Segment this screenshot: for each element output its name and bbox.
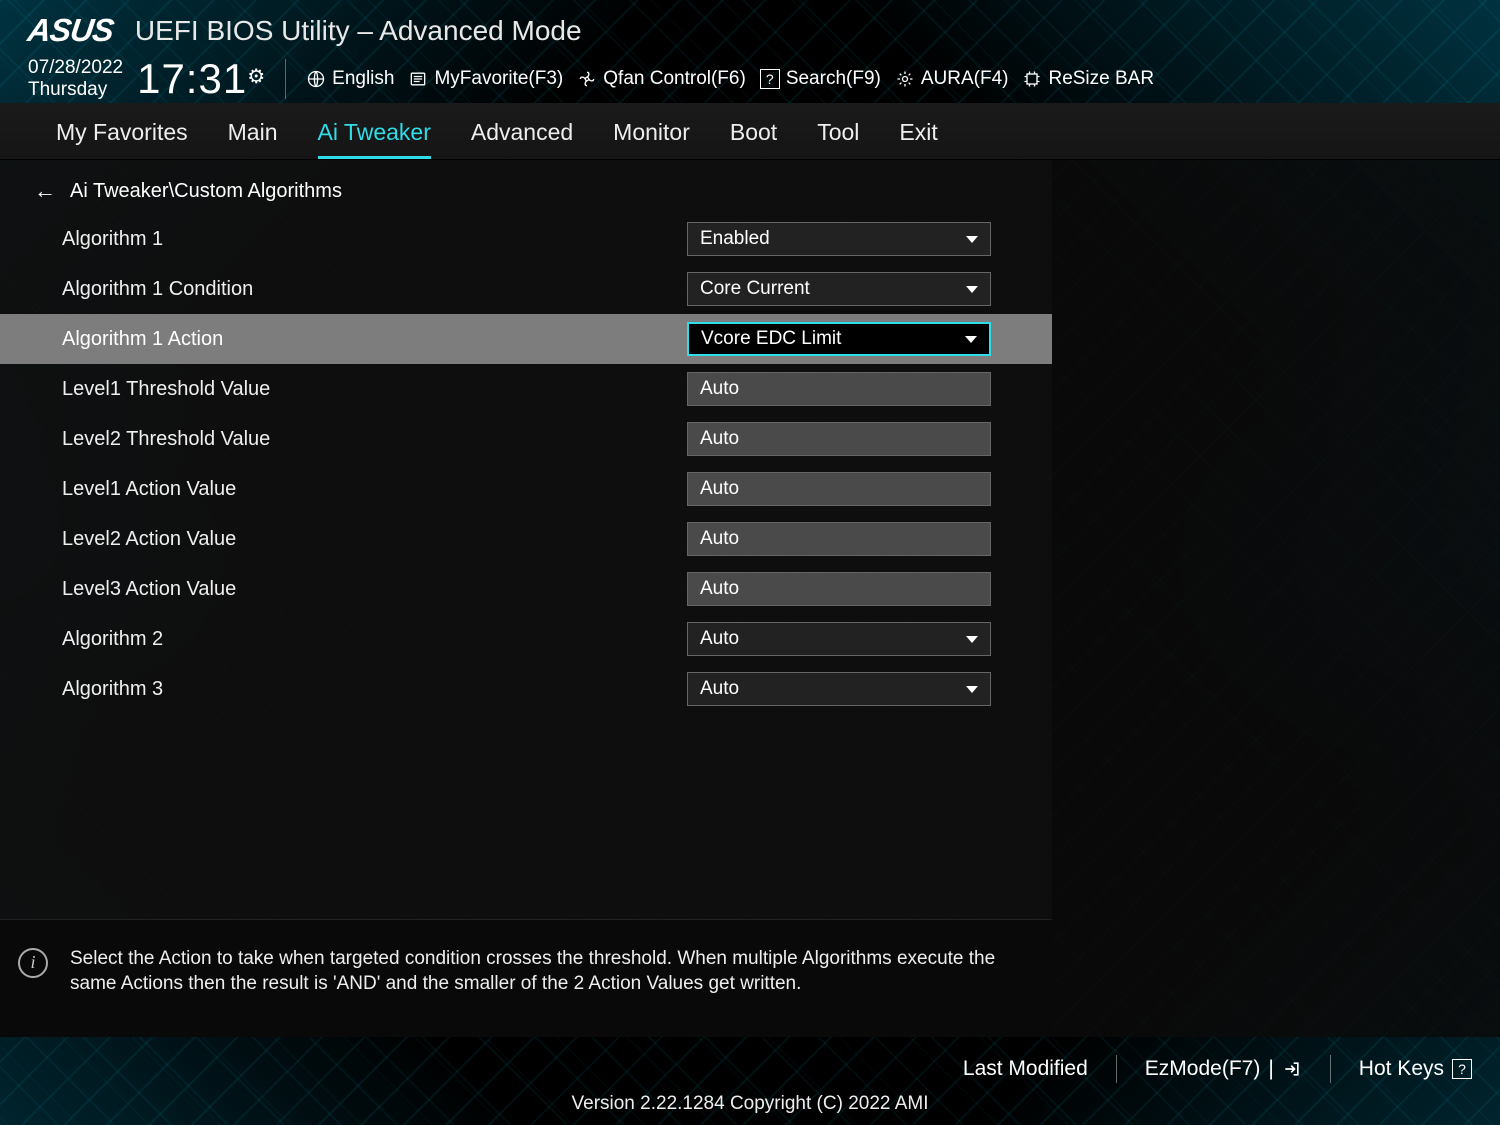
search-label: Search(F9) bbox=[786, 68, 881, 90]
info-icon: i bbox=[18, 948, 48, 978]
copyright-text: Version 2.22.1284 Copyright (C) 2022 AMI bbox=[28, 1093, 1472, 1115]
setting-row[interactable]: Algorithm 2 Auto bbox=[0, 614, 1052, 664]
sun-icon bbox=[895, 69, 915, 89]
fan-icon bbox=[577, 69, 597, 89]
setting-row[interactable]: Level1 Action ValueAuto bbox=[0, 464, 1052, 514]
setting-label: Algorithm 1 Action bbox=[62, 328, 687, 351]
tab-main[interactable]: Main bbox=[228, 119, 278, 159]
time-display: 17:31⚙ bbox=[137, 55, 265, 103]
tab-monitor[interactable]: Monitor bbox=[613, 119, 690, 159]
setting-label: Level1 Threshold Value bbox=[62, 378, 687, 401]
language-button[interactable]: English bbox=[306, 68, 394, 90]
resizebar-label: ReSize BAR bbox=[1048, 68, 1154, 90]
setting-row[interactable]: Algorithm 1 Condition Core Current bbox=[0, 264, 1052, 314]
globe-icon bbox=[306, 69, 326, 89]
last-modified-label: Last Modified bbox=[963, 1057, 1088, 1081]
myfavorite-button[interactable]: MyFavorite(F3) bbox=[408, 68, 563, 90]
setting-row[interactable]: Level3 Action ValueAuto bbox=[0, 564, 1052, 614]
exit-icon bbox=[1282, 1059, 1302, 1079]
setting-select[interactable]: Enabled bbox=[687, 222, 991, 256]
setting-value: Enabled bbox=[700, 228, 770, 250]
aura-label: AURA(F4) bbox=[921, 68, 1009, 90]
myfavorite-label: MyFavorite(F3) bbox=[434, 68, 563, 90]
setting-label: Level3 Action Value bbox=[62, 578, 687, 601]
footer: Last Modified EzMode(F7) | Hot Keys ? Ve… bbox=[0, 1037, 1500, 1125]
brand-logo: ASUS bbox=[25, 12, 115, 49]
divider bbox=[1330, 1055, 1331, 1083]
setting-label: Algorithm 1 bbox=[62, 228, 687, 251]
chevron-down-icon bbox=[966, 686, 978, 693]
date-text: 07/28/2022 bbox=[28, 57, 123, 79]
divider: | bbox=[1268, 1057, 1273, 1081]
setting-input[interactable]: Auto bbox=[687, 422, 991, 456]
setting-label: Algorithm 2 bbox=[62, 628, 687, 651]
chip-icon bbox=[1022, 69, 1042, 89]
question-icon: ? bbox=[1452, 1059, 1472, 1079]
app-title: UEFI BIOS Utility – Advanced Mode bbox=[135, 15, 582, 47]
chevron-down-icon bbox=[966, 636, 978, 643]
setting-row[interactable]: Algorithm 3 Auto bbox=[0, 664, 1052, 714]
header: ASUS UEFI BIOS Utility – Advanced Mode 0… bbox=[0, 0, 1500, 103]
setting-row[interactable]: Level1 Threshold ValueAuto bbox=[0, 364, 1052, 414]
aura-button[interactable]: AURA(F4) bbox=[895, 68, 1009, 90]
setting-input[interactable]: Auto bbox=[687, 372, 991, 406]
list-icon bbox=[408, 69, 428, 89]
qfan-button[interactable]: Qfan Control(F6) bbox=[577, 68, 746, 90]
search-button[interactable]: ? Search(F9) bbox=[760, 68, 881, 90]
setting-label: Algorithm 1 Condition bbox=[62, 278, 687, 301]
ezmode-label: EzMode(F7) bbox=[1145, 1057, 1261, 1081]
question-icon: ? bbox=[760, 69, 780, 89]
chevron-down-icon bbox=[966, 286, 978, 293]
setting-input[interactable]: Auto bbox=[687, 522, 991, 556]
tab-exit[interactable]: Exit bbox=[899, 119, 937, 159]
help-box: i Select the Action to take when targete… bbox=[0, 919, 1052, 1037]
tab-advanced[interactable]: Advanced bbox=[471, 119, 573, 159]
divider bbox=[1116, 1055, 1117, 1083]
ezmode-button[interactable]: EzMode(F7) | bbox=[1145, 1057, 1302, 1081]
setting-select[interactable]: Auto bbox=[687, 672, 991, 706]
setting-value: Auto bbox=[700, 678, 739, 700]
help-text: Select the Action to take when targeted … bbox=[70, 946, 1030, 997]
setting-row[interactable]: Algorithm 1 Enabled bbox=[0, 214, 1052, 264]
setting-select[interactable]: Vcore EDC Limit bbox=[687, 322, 991, 356]
tab-my-favorites[interactable]: My Favorites bbox=[56, 119, 188, 159]
setting-row[interactable]: Algorithm 1 Action Vcore EDC Limit bbox=[0, 314, 1052, 364]
setting-row[interactable]: Level2 Action ValueAuto bbox=[0, 514, 1052, 564]
tab-boot[interactable]: Boot bbox=[730, 119, 777, 159]
setting-value: Auto bbox=[700, 628, 739, 650]
setting-input[interactable]: Auto bbox=[687, 572, 991, 606]
chevron-down-icon bbox=[966, 236, 978, 243]
qfan-label: Qfan Control(F6) bbox=[603, 68, 746, 90]
setting-value: Vcore EDC Limit bbox=[701, 328, 841, 350]
settings-list: Algorithm 1 Enabled Algorithm 1 Condition C… bbox=[0, 214, 1052, 919]
hotkeys-label: Hot Keys bbox=[1359, 1057, 1444, 1081]
resizebar-button[interactable]: ReSize BAR bbox=[1022, 68, 1154, 90]
back-arrow-icon[interactable]: ← bbox=[34, 178, 56, 204]
day-text: Thursday bbox=[28, 79, 123, 101]
hotkeys-button[interactable]: Hot Keys ? bbox=[1359, 1057, 1472, 1081]
chevron-down-icon bbox=[965, 336, 977, 343]
breadcrumb-text: Ai Tweaker\Custom Algorithms bbox=[70, 180, 342, 203]
setting-input[interactable]: Auto bbox=[687, 472, 991, 506]
gear-icon[interactable]: ⚙ bbox=[247, 66, 265, 88]
main-tabs: My Favorites Main Ai Tweaker Advanced Monito… bbox=[0, 103, 1500, 160]
date-block: 07/28/2022 Thursday bbox=[28, 57, 123, 101]
setting-select[interactable]: Auto bbox=[687, 622, 991, 656]
last-modified-button[interactable]: Last Modified bbox=[963, 1057, 1088, 1081]
setting-select[interactable]: Core Current bbox=[687, 272, 991, 306]
setting-label: Level1 Action Value bbox=[62, 478, 687, 501]
main-panel: ← Ai Tweaker\Custom Algorithms Algorithm… bbox=[0, 160, 1052, 1037]
divider bbox=[285, 59, 286, 99]
breadcrumb: ← Ai Tweaker\Custom Algorithms bbox=[0, 160, 1052, 214]
setting-label: Algorithm 3 bbox=[62, 678, 687, 701]
time-text: 17:31 bbox=[137, 55, 247, 102]
tab-tool[interactable]: Tool bbox=[817, 119, 859, 159]
language-label: English bbox=[332, 68, 394, 90]
setting-label: Level2 Action Value bbox=[62, 528, 687, 551]
setting-label: Level2 Threshold Value bbox=[62, 428, 687, 451]
setting-value: Core Current bbox=[700, 278, 810, 300]
side-panel bbox=[1052, 160, 1500, 1037]
setting-row[interactable]: Level2 Threshold ValueAuto bbox=[0, 414, 1052, 464]
tab-ai-tweaker[interactable]: Ai Tweaker bbox=[318, 119, 431, 159]
